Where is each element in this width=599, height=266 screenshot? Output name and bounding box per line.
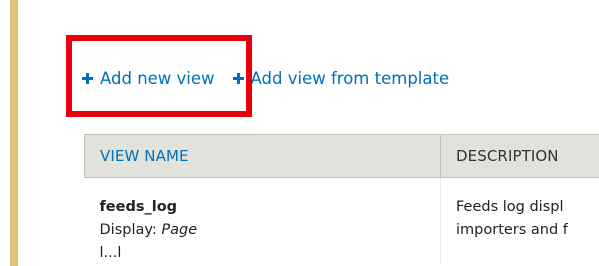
views-admin-page: Add new view Add view from template VIEW… xyxy=(0,0,599,266)
add-new-view-link[interactable]: Add new view xyxy=(82,69,215,88)
view-description-cell: Feeds log displ importers and f xyxy=(440,177,599,265)
views-table: VIEW NAME DESCRIPTION feeds_log Display:… xyxy=(84,134,599,265)
add-new-view-label: Add new view xyxy=(100,68,215,88)
table-header-row: VIEW NAME DESCRIPTION xyxy=(84,134,599,178)
view-name-cell: feeds_log Display: Page l...l xyxy=(85,178,441,266)
display-value: Page xyxy=(161,222,198,238)
add-view-from-template-label: Add view from template xyxy=(250,68,450,88)
view-actions: Add new view Add view from template xyxy=(82,66,449,90)
view-display-info: Display: Page xyxy=(100,219,441,242)
view-machine-name: feeds_log xyxy=(99,199,178,215)
add-view-from-template-link[interactable]: Add view from template xyxy=(232,68,450,88)
plus-icon xyxy=(82,72,93,84)
column-header-view-name[interactable]: VIEW NAME xyxy=(84,134,441,178)
partial-third-line: l...l xyxy=(99,245,122,261)
views-table-container: VIEW NAME DESCRIPTION feeds_log Display:… xyxy=(84,134,599,266)
description-line-2: importers and f xyxy=(456,222,568,238)
left-accent-bar xyxy=(10,0,18,266)
plus-icon xyxy=(232,72,244,84)
column-header-description: DESCRIPTION xyxy=(440,134,599,178)
description-line-1: Feeds log displ xyxy=(456,199,564,215)
table-row: feeds_log Display: Page l...l Feeds log … xyxy=(85,177,599,266)
display-label: Display: xyxy=(99,222,157,238)
